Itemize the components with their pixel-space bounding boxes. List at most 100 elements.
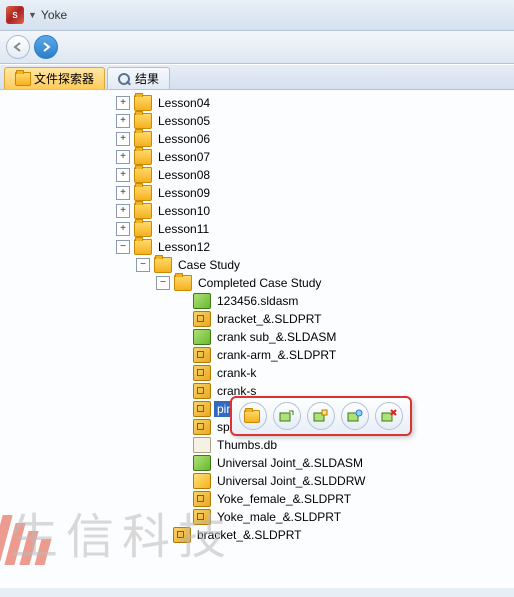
- folder-icon-icon: [134, 113, 152, 129]
- main-area: 文件探索器 结果 +Lesson04+Lesson05+Lesson06+Les…: [0, 64, 514, 588]
- lesson-folder[interactable]: + Lesson10: [2, 202, 512, 220]
- nav-bar: [0, 31, 514, 64]
- lesson-folder[interactable]: + Lesson05: [2, 112, 512, 130]
- expand-icon[interactable]: +: [116, 132, 130, 146]
- file-item[interactable]: Yoke_female_&.SLDPRT: [2, 490, 512, 508]
- file-item[interactable]: Universal Joint_&.SLDDRW: [2, 472, 512, 490]
- expand-icon[interactable]: +: [116, 96, 130, 110]
- tab-label: 结果: [135, 70, 159, 87]
- tree-item-label: crank sub_&.SLDASM: [214, 329, 339, 345]
- expand-icon[interactable]: +: [116, 204, 130, 218]
- context-toolbar: [230, 396, 412, 436]
- tab-file-explorer[interactable]: 文件探索器: [4, 67, 105, 89]
- open-folder-icon: [244, 410, 260, 423]
- part-icon-icon: [173, 527, 191, 543]
- asm-icon-icon: [193, 293, 211, 309]
- expand-icon[interactable]: +: [116, 150, 130, 164]
- lesson-folder[interactable]: +Lesson08: [2, 166, 512, 184]
- file-item[interactable]: crank-k: [2, 364, 512, 382]
- popup-open-button[interactable]: [239, 402, 267, 430]
- insert-new-icon: [313, 409, 329, 423]
- tree-item-label: 123456.sldasm: [214, 293, 301, 309]
- file-item[interactable]: crank-arm_&.SLDPRT: [2, 346, 512, 364]
- part-icon-icon: [193, 383, 211, 399]
- tree-item-label: Lesson07: [155, 149, 213, 165]
- folder-icon-icon: [154, 257, 172, 273]
- popup-insert-button[interactable]: [273, 402, 301, 430]
- part-icon-icon: [193, 491, 211, 507]
- window-title: Yoke: [41, 8, 67, 22]
- tree-item-label: Universal Joint_&.SLDDRW: [214, 473, 369, 489]
- tree-item-label: Thumbs.db: [214, 437, 280, 453]
- lesson-folder[interactable]: − Lesson12: [2, 238, 512, 256]
- tree-item-label: Case Study: [175, 257, 243, 273]
- popup-insert-new-button[interactable]: [307, 402, 335, 430]
- folder-icon-icon: [134, 131, 152, 147]
- tree-item-label: Lesson09: [155, 185, 213, 201]
- title-dropdown-icon[interactable]: ▼: [28, 10, 37, 20]
- folder-icon: [15, 72, 31, 86]
- tab-label: 文件探索器: [34, 70, 94, 87]
- part-icon-icon: [193, 311, 211, 327]
- file-item[interactable]: bracket_&.SLDPRT: [2, 310, 512, 328]
- tree-item-label: crank-k: [214, 365, 259, 381]
- tree-item-label: bracket_&.SLDPRT: [194, 527, 305, 543]
- drw-icon-icon: [193, 473, 211, 489]
- title-bar: S ▼ Yoke: [0, 0, 514, 31]
- tree-item-label: crank-arm_&.SLDPRT: [214, 347, 339, 363]
- popup-config-button[interactable]: [341, 402, 369, 430]
- tree-item-label: Lesson12: [155, 239, 213, 255]
- folder-icon-icon: [134, 167, 152, 183]
- tree-item-label: Lesson05: [155, 113, 213, 129]
- asm-icon-icon: [193, 329, 211, 345]
- folder-icon-icon: [134, 185, 152, 201]
- tree-item-label: Universal Joint_&.SLDASM: [214, 455, 366, 471]
- folder-icon-icon: [134, 203, 152, 219]
- tree-item-label: Yoke_male_&.SLDPRT: [214, 509, 344, 525]
- collapse-icon[interactable]: −: [116, 240, 130, 254]
- tree-item-label: Lesson10: [155, 203, 213, 219]
- db-icon-icon: [193, 437, 211, 453]
- file-item[interactable]: 123456.sldasm: [2, 292, 512, 310]
- lesson-folder[interactable]: + Lesson09: [2, 184, 512, 202]
- expand-icon[interactable]: +: [116, 168, 130, 182]
- folder-icon-icon: [134, 149, 152, 165]
- expand-icon[interactable]: +: [116, 114, 130, 128]
- tree-item-label: Completed Case Study: [195, 275, 324, 291]
- tree-item-label: Lesson11: [155, 221, 212, 237]
- file-item[interactable]: Thumbs.db: [2, 436, 512, 454]
- part-icon-icon: [193, 419, 211, 435]
- lesson-folder[interactable]: + Lesson11: [2, 220, 512, 238]
- tree-item-label: bracket_&.SLDPRT: [214, 311, 325, 327]
- tab-results[interactable]: 结果: [107, 67, 170, 89]
- completed-folder[interactable]: − Completed Case Study: [2, 274, 512, 292]
- file-item[interactable]: crank sub_&.SLDASM: [2, 328, 512, 346]
- app-icon: S: [6, 6, 24, 24]
- asm-icon-icon: [193, 455, 211, 471]
- collapse-icon[interactable]: −: [136, 258, 150, 272]
- tree-item-label: Yoke_female_&.SLDPRT: [214, 491, 354, 507]
- tree-view[interactable]: +Lesson04+Lesson05+Lesson06+Lesson07+Les…: [0, 90, 514, 597]
- lesson-folder[interactable]: + Lesson06: [2, 130, 512, 148]
- lesson-folder[interactable]: + Lesson04: [2, 94, 512, 112]
- folder-icon-icon: [174, 275, 192, 291]
- tree-item-label: Lesson04: [155, 95, 213, 111]
- file-item[interactable]: Universal Joint_&.SLDASM: [2, 454, 512, 472]
- back-button[interactable]: [6, 35, 30, 59]
- tab-bar: 文件探索器 结果: [0, 65, 514, 90]
- popup-delete-button[interactable]: [375, 402, 403, 430]
- part-icon-icon: [193, 347, 211, 363]
- part-icon-icon: [193, 509, 211, 525]
- expand-icon[interactable]: +: [116, 222, 130, 236]
- tree-item-label: Lesson06: [155, 131, 213, 147]
- expand-icon[interactable]: +: [116, 186, 130, 200]
- insert-icon: [279, 409, 295, 423]
- collapse-icon[interactable]: −: [156, 276, 170, 290]
- folder-icon-icon: [134, 95, 152, 111]
- forward-button[interactable]: [34, 35, 58, 59]
- file-item[interactable]: Yoke_male_&.SLDPRT: [2, 508, 512, 526]
- file-item[interactable]: bracket_&.SLDPRT: [2, 526, 512, 544]
- lesson-folder[interactable]: + Lesson07: [2, 148, 512, 166]
- folder-icon-icon: [134, 239, 152, 255]
- case-study-folder[interactable]: − Case Study: [2, 256, 512, 274]
